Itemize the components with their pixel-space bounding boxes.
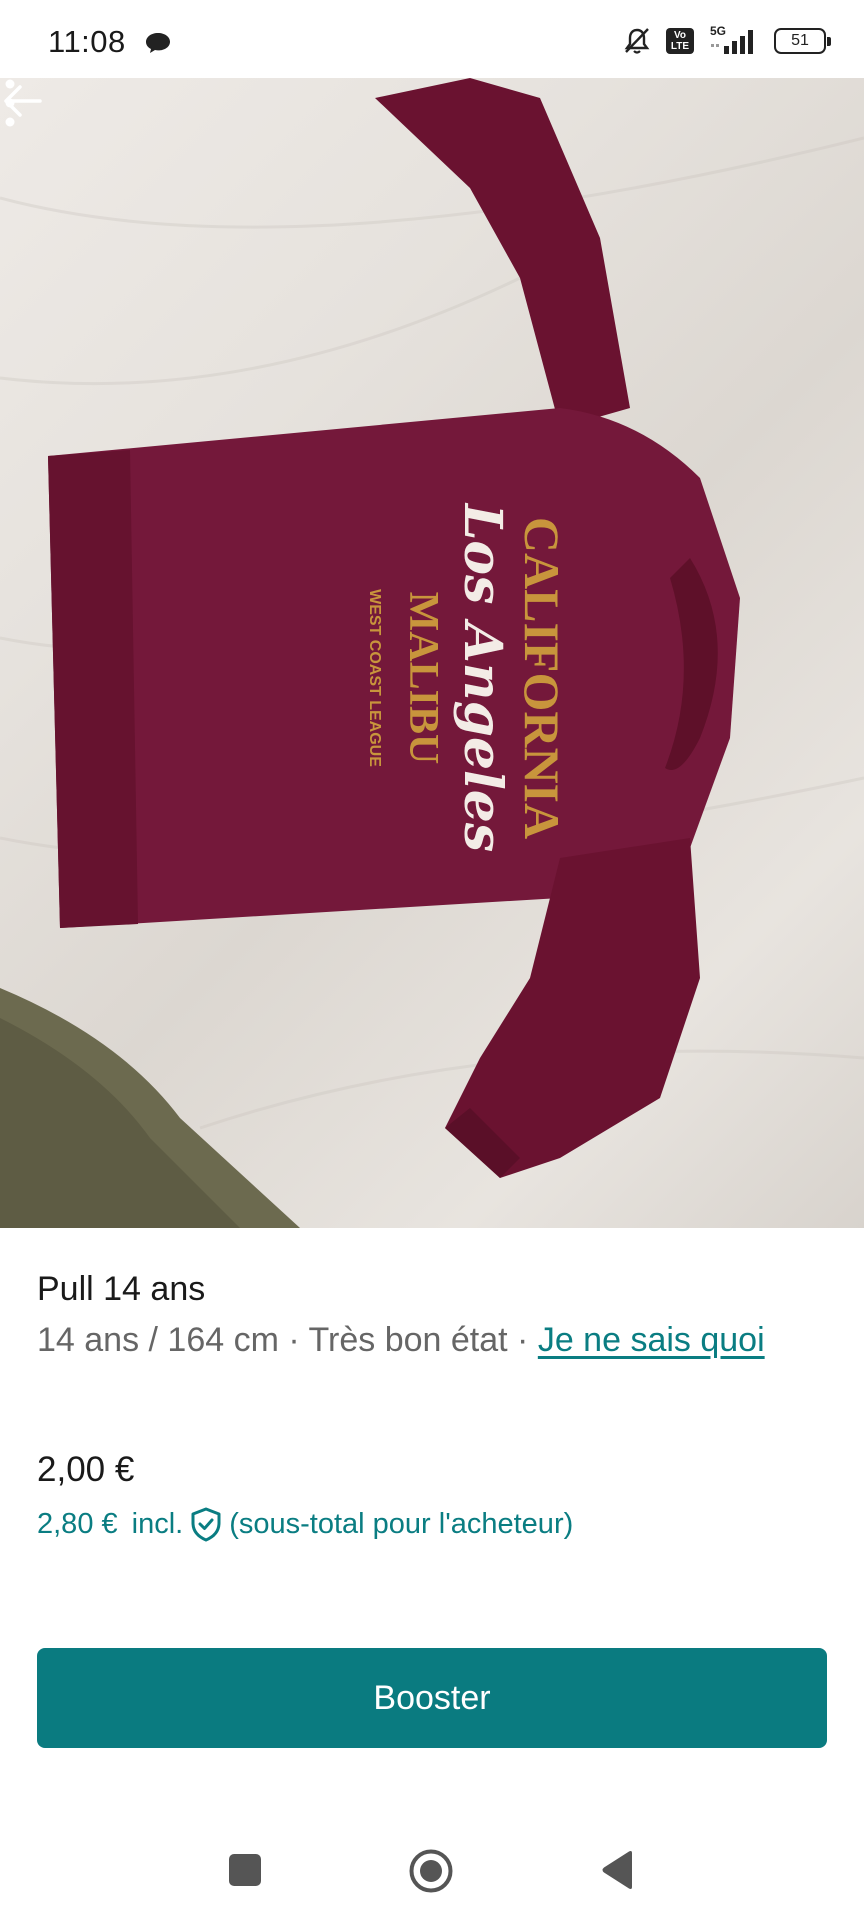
recents-icon[interactable] [229,1854,261,1886]
print-text-3: MALIBU [400,592,446,765]
item-condition: Très bon état [308,1321,508,1359]
print-text-4: WEST COAST LEAGUE [366,589,383,767]
buyer-note: (sous-total pour l'acheteur) [229,1507,574,1540]
chat-notification-icon [146,33,170,53]
volte-icon: Vo LTE [666,28,694,54]
bell-muted-icon [624,28,650,54]
product-photo[interactable]: CALIFORNIA Los Angeles MALIBU WEST COAST… [0,78,864,1228]
item-meta: 14 ans / 164 cm · Très bon état · Je ne … [37,1321,765,1359]
back-triangle-icon[interactable] [600,1850,636,1890]
print-text-2: Los Angeles [452,502,513,852]
buyer-total[interactable]: 2,80 € incl. (sous-total pour l'acheteur… [37,1506,573,1542]
item-title: Pull 14 ans [37,1270,206,1308]
status-bar: 11:08 Vo LTE 5G 51 [0,0,864,78]
item-price: 2,00 € [37,1450,135,1489]
shield-check-icon [191,1507,221,1542]
item-size: 14 ans / 164 cm [37,1321,279,1359]
print-text-1: CALIFORNIA [514,517,570,839]
sweater-image: CALIFORNIA Los Angeles MALIBU WEST COAST… [0,78,864,1228]
booster-button[interactable]: Booster [37,1648,827,1748]
status-time: 11:08 [48,24,126,59]
signal-5g-icon: 5G [708,24,760,56]
battery-icon: 51 [774,28,831,54]
brand-link[interactable]: Je ne sais quoi [538,1321,765,1359]
system-nav-bar [0,1820,864,1920]
home-icon[interactable] [408,1848,454,1894]
more-options-icon[interactable] [0,78,20,128]
buyer-incl: incl. [131,1507,184,1540]
status-icons: Vo LTE 5G 51 [622,24,831,56]
buyer-price: 2,80 € [37,1507,118,1540]
